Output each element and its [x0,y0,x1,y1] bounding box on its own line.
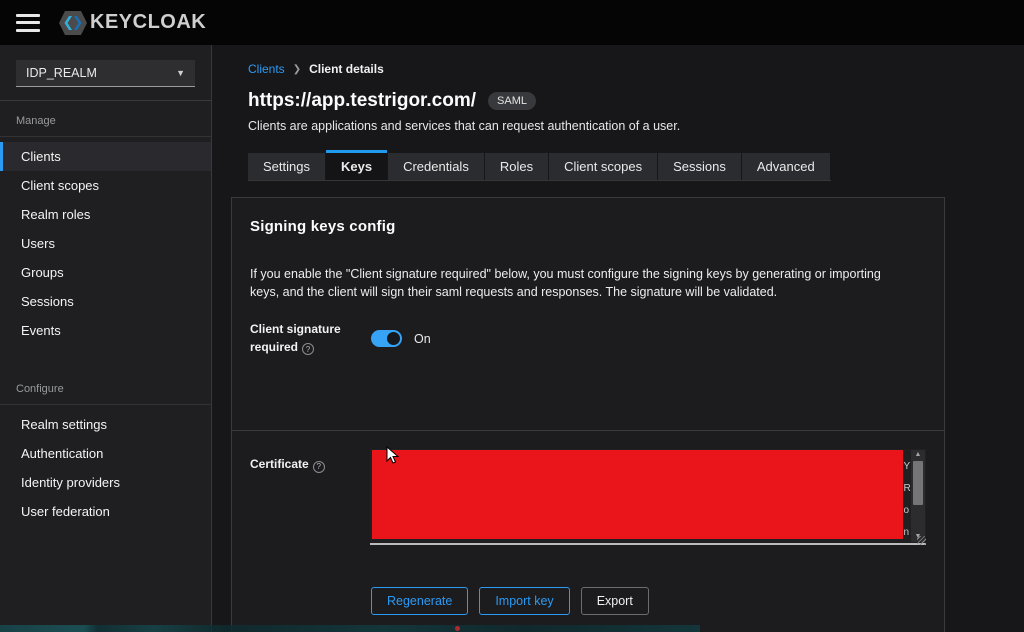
card-description: If you enable the "Client signature requ… [250,267,881,300]
realm-selector[interactable]: IDP_REALM ▼ [16,60,195,87]
keycloak-hexagon-icon [59,10,87,35]
top-masthead: KEYCLOAK [0,0,1024,45]
tab-settings[interactable]: Settings [248,153,325,180]
main-content: Clients ❯ Client details https://app.tes… [212,45,1024,632]
tab-sessions[interactable]: Sessions [658,153,741,180]
certificate-scrollbar[interactable]: ▲ ▼ [911,450,925,542]
redaction-overlay [372,450,904,539]
certificate-textarea[interactable]: Y R o n ▲ ▼ [370,449,926,545]
chevron-down-icon: ▼ [176,68,185,78]
page-subtitle: Clients are applications and services th… [248,119,681,133]
regenerate-button[interactable]: Regenerate [371,587,469,615]
signing-keys-config-section: Signing keys config If you enable the "C… [232,198,944,431]
client-signature-control: On [371,321,431,356]
signing-keys-card: Signing keys config If you enable the "C… [231,197,945,632]
client-tabs: Settings Keys Credentials Roles Client s… [248,150,831,181]
tab-client-scopes[interactable]: Client scopes [549,153,658,180]
textarea-resize-grip[interactable] [917,536,926,545]
import-key-button[interactable]: Import key [479,587,570,615]
sidebar-item-authentication[interactable]: Authentication [0,439,211,468]
scroll-up-icon[interactable]: ▲ [915,450,922,460]
help-icon[interactable]: ? [302,343,315,356]
certificate-actions: Regenerate Import key Export [371,587,926,615]
mouse-cursor [386,446,399,464]
breadcrumb-chevron-icon: ❯ [292,63,302,75]
sidebar-item-groups[interactable]: Groups [0,258,211,287]
card-heading: Signing keys config [250,218,396,235]
breadcrumb-current: Client details [309,62,384,76]
keycloak-admin-console: KEYCLOAK IDP_REALM ▼ Manage Clients Clie… [0,0,1024,632]
realm-selector-block: IDP_REALM ▼ [0,45,211,101]
tab-keys[interactable]: Keys [325,150,388,180]
breadcrumb-clients-link[interactable]: Clients [248,62,285,76]
scrollbar-thumb[interactable] [913,461,923,505]
certificate-section: Certificate? Y R o n ▲ Regenerate Import… [232,431,944,615]
certificate-label: Certificate? [250,449,370,545]
sidebar-item-events[interactable]: Events [0,316,211,345]
tab-advanced[interactable]: Advanced [741,153,830,180]
client-signature-toggle[interactable] [371,330,402,348]
tab-roles[interactable]: Roles [484,153,549,180]
sidebar-item-sessions[interactable]: Sessions [0,287,211,316]
keycloak-logo[interactable]: KEYCLOAK [58,9,206,37]
client-signature-label-text: Client signature required [250,322,341,354]
help-icon[interactable]: ? [312,460,325,473]
realm-selector-value: IDP_REALM [26,66,97,80]
certificate-row: Certificate? Y R o n ▲ [250,449,926,545]
nav-section-manage: Manage [0,101,211,137]
toggle-state-label: On [414,331,431,346]
sidebar-nav: IDP_REALM ▼ Manage Clients Client scopes… [0,45,212,632]
breadcrumb: Clients ❯ Client details [248,62,384,76]
sidebar-item-client-scopes[interactable]: Client scopes [0,171,211,200]
sidebar-item-user-federation[interactable]: User federation [0,497,211,526]
nav-section-configure: Configure [0,369,211,405]
configure-nav-items: Realm settings Authentication Identity p… [0,405,211,526]
hamburger-menu-icon[interactable] [16,13,40,32]
logo-text: KEYCLOAK [90,11,207,33]
certificate-label-text: Certificate [250,457,309,471]
sidebar-item-users[interactable]: Users [0,229,211,258]
client-signature-label: Client signature required? [250,321,371,356]
page-title: https://app.testrigor.com/ [248,90,477,111]
sidebar-item-realm-roles[interactable]: Realm roles [0,200,211,229]
bottom-progress-strip [0,625,700,632]
toggle-knob [387,332,400,346]
page-title-row: https://app.testrigor.com/ SAML [248,90,536,112]
manage-nav-items: Clients Client scopes Realm roles Users … [0,137,211,345]
export-button[interactable]: Export [580,587,649,615]
tab-credentials[interactable]: Credentials [388,153,484,180]
sidebar-item-realm-settings[interactable]: Realm settings [0,410,211,439]
bottom-strip-marker [455,626,460,631]
sidebar-item-identity-providers[interactable]: Identity providers [0,468,211,497]
protocol-badge: SAML [488,92,536,110]
client-signature-row: Client signature required? On [250,321,926,356]
sidebar-item-clients[interactable]: Clients [0,142,211,171]
